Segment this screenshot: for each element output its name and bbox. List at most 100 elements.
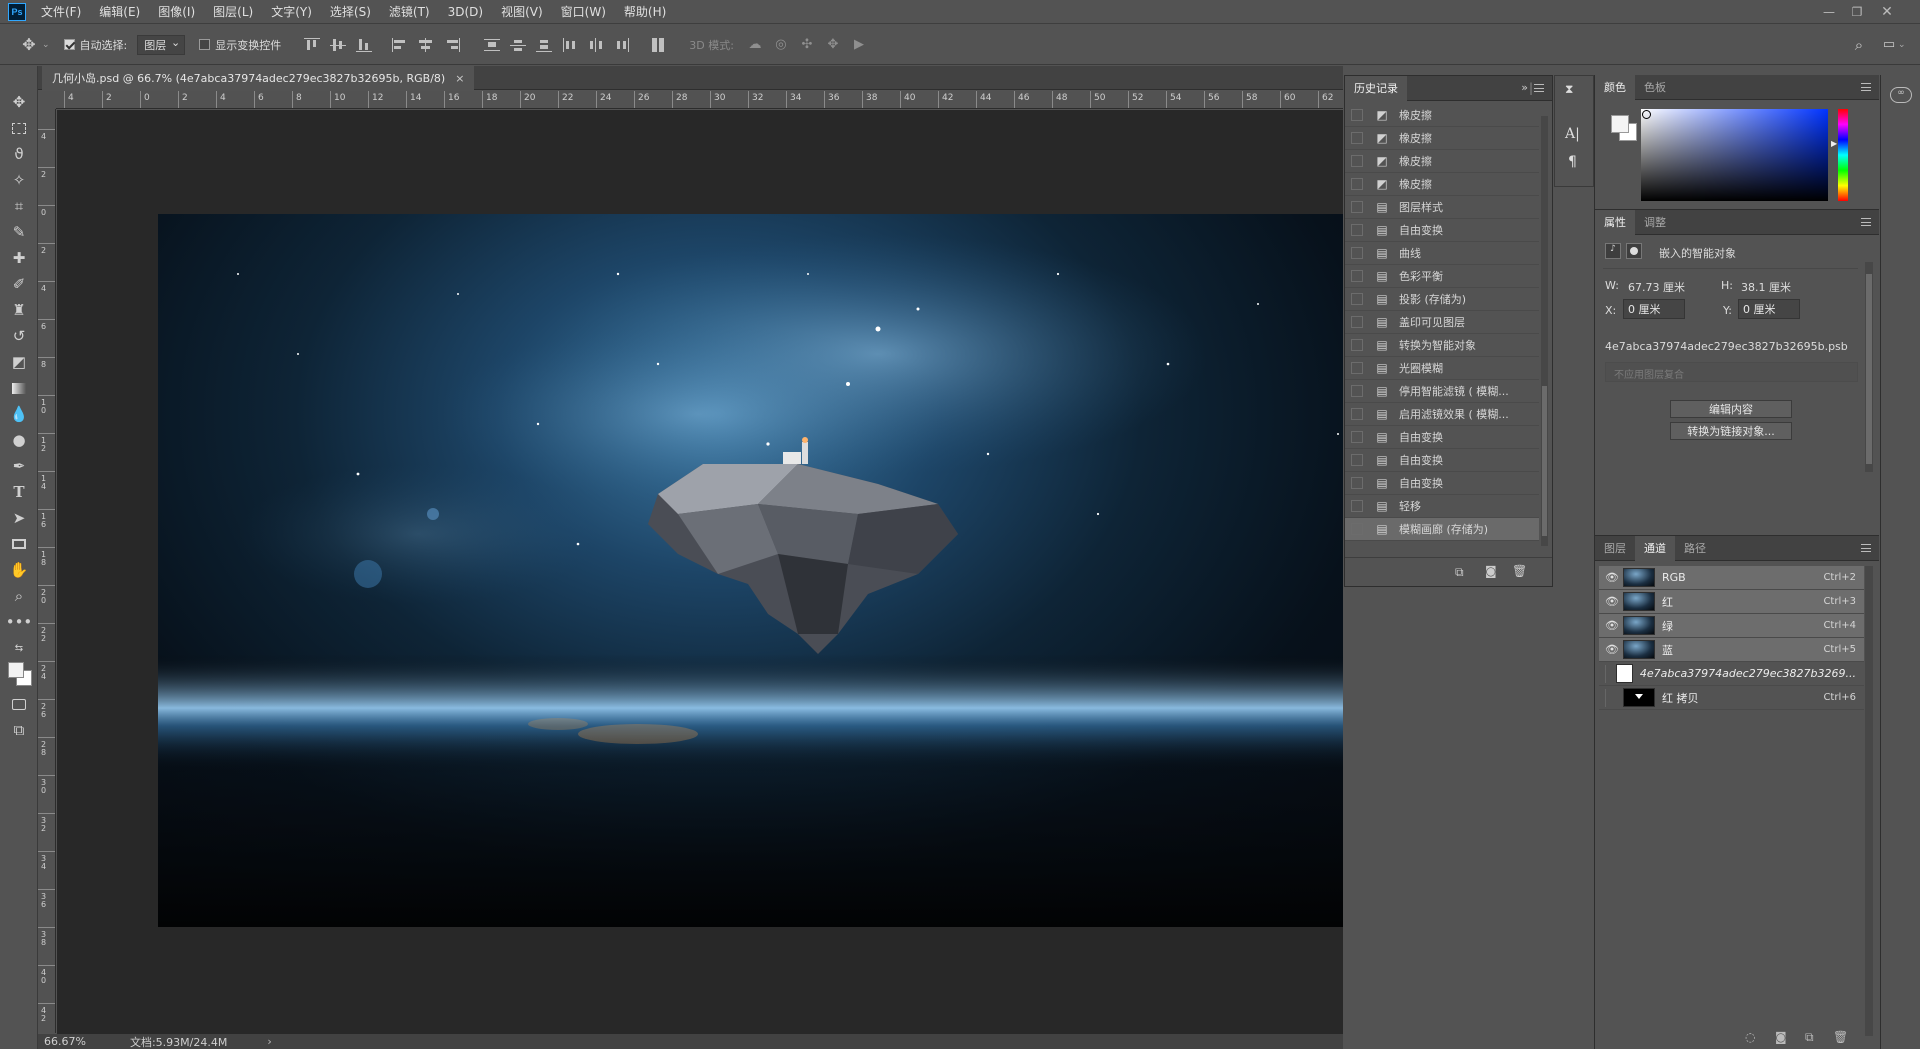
crop-tool-icon[interactable]: ⌗: [6, 194, 32, 218]
channels-panel-menu-icon[interactable]: [1861, 544, 1871, 552]
history-item[interactable]: ▤ 转换为智能对象: [1345, 334, 1539, 357]
align-vcenter-icon[interactable]: [330, 38, 347, 52]
show-transform-checkbox[interactable]: [199, 39, 211, 50]
character-panel-icon[interactable]: A|: [1565, 126, 1585, 144]
eye-icon[interactable]: 👁: [1605, 571, 1619, 584]
quick-mask-icon[interactable]: [6, 692, 32, 716]
blur-tool-icon[interactable]: 💧: [6, 402, 32, 426]
hand-tool-icon[interactable]: ✋: [6, 558, 32, 582]
more-tools-icon[interactable]: •••: [6, 610, 33, 634]
distribute-left-icon[interactable]: [562, 37, 578, 52]
delete-channel-icon[interactable]: 🗑: [1833, 1030, 1848, 1044]
menu-file[interactable]: 文件(F): [32, 3, 90, 20]
history-source-checkbox[interactable]: [1351, 408, 1363, 420]
search-icon[interactable]: ⌕: [1850, 36, 1868, 54]
3d-orbit-icon[interactable]: ☁: [746, 36, 764, 54]
clone-stamp-icon[interactable]: ♜: [6, 298, 32, 322]
history-item[interactable]: ▤ 色彩平衡: [1345, 265, 1539, 288]
align-hcenter-icon[interactable]: [418, 37, 434, 52]
magic-wand-icon[interactable]: ✧: [6, 168, 32, 192]
hue-slider[interactable]: [1838, 109, 1848, 201]
type-tool-icon[interactable]: T: [6, 480, 32, 504]
history-source-checkbox[interactable]: [1351, 477, 1363, 489]
history-item[interactable]: ▤ 启用滤镜效果 ( 模糊...: [1345, 403, 1539, 426]
restore-icon[interactable]: ❐: [1844, 0, 1870, 24]
move-tool-icon[interactable]: ✥: [6, 90, 32, 114]
vertical-ruler[interactable]: 4 2 0 2 4 6 8 10 12 14 16 18 20 22 24 26 28 30 32 34 36 38 40 4…: [38, 109, 56, 1033]
history-source-checkbox[interactable]: [1351, 224, 1363, 236]
new-document-from-state-icon[interactable]: ⧉: [1455, 565, 1464, 580]
tab-history[interactable]: 历史记录: [1345, 75, 1407, 101]
history-source-checkbox[interactable]: [1351, 431, 1363, 443]
auto-select-dropdown[interactable]: 图层: [137, 34, 186, 55]
channel-row[interactable]: 👁 绿 Ctrl+4: [1599, 614, 1864, 638]
menu-image[interactable]: 图像(I): [149, 3, 204, 20]
menu-edit[interactable]: 编辑(E): [90, 3, 149, 20]
menu-filter[interactable]: 滤镜(T): [380, 3, 439, 20]
history-source-checkbox[interactable]: [1351, 523, 1363, 535]
history-item[interactable]: ▤ 自由变换: [1345, 449, 1539, 472]
gradient-tool-icon[interactable]: [6, 376, 32, 400]
history-item[interactable]: ▤ 自由变换: [1345, 426, 1539, 449]
close-document-icon[interactable]: ×: [455, 72, 464, 85]
chevron-down-icon[interactable]: ⌄: [42, 40, 50, 50]
menu-view[interactable]: 视图(V): [492, 3, 552, 20]
swap-colors-icon[interactable]: ⇆: [6, 636, 32, 660]
eraser-tool-icon[interactable]: ◩: [6, 350, 32, 374]
visibility-toggle[interactable]: [1605, 664, 1612, 683]
save-selection-icon[interactable]: ◙: [1775, 1030, 1787, 1044]
align-top-icon[interactable]: [304, 37, 321, 52]
color-picker-cursor[interactable]: [1642, 110, 1651, 119]
tab-color[interactable]: 颜色: [1595, 74, 1635, 100]
move-tool-preset-icon[interactable]: ✥: [20, 35, 38, 54]
history-source-checkbox[interactable]: [1351, 132, 1363, 144]
tab-channels[interactable]: 通道: [1635, 535, 1675, 561]
history-item[interactable]: ◩ 橡皮擦: [1345, 127, 1539, 150]
history-item[interactable]: ▤ 轻移: [1345, 495, 1539, 518]
minimize-icon[interactable]: —: [1816, 0, 1842, 24]
status-menu-chevron-icon[interactable]: ›: [267, 1035, 271, 1048]
align-right-icon[interactable]: [444, 37, 461, 52]
foreground-color-swatch[interactable]: [8, 662, 24, 678]
creative-cloud-libraries-icon[interactable]: ∞: [1890, 87, 1912, 103]
properties-panel-menu-icon[interactable]: [1861, 218, 1871, 226]
menu-help[interactable]: 帮助(H): [615, 3, 675, 20]
dodge-tool-icon[interactable]: ●: [6, 428, 32, 452]
x-position-input[interactable]: 0 厘米: [1623, 299, 1685, 319]
channel-row[interactable]: 👁 红 Ctrl+3: [1599, 590, 1864, 614]
tab-layers[interactable]: 图层: [1595, 536, 1635, 561]
distribute-hcenter-icon[interactable]: [588, 37, 604, 52]
history-source-checkbox[interactable]: [1351, 178, 1363, 190]
load-selection-icon[interactable]: ◌: [1745, 1030, 1755, 1044]
history-item[interactable]: ▤ 投影 (存储为): [1345, 288, 1539, 311]
eyedropper-icon[interactable]: ✎: [6, 220, 32, 244]
menu-window[interactable]: 窗口(W): [552, 3, 615, 20]
history-source-checkbox[interactable]: [1351, 201, 1363, 213]
color-panel-foreground-swatch[interactable]: [1611, 115, 1629, 133]
history-item[interactable]: ▤ 自由变换: [1345, 219, 1539, 242]
edit-contents-button[interactable]: 编辑内容: [1670, 400, 1792, 418]
channels-scrollbar[interactable]: [1865, 566, 1873, 1036]
workspace-icon[interactable]: ▭: [1880, 36, 1898, 54]
history-item[interactable]: ▤ 光圈模糊: [1345, 357, 1539, 380]
width-value[interactable]: 67.73 厘米: [1628, 279, 1685, 295]
history-brush-icon[interactable]: ↺: [6, 324, 32, 348]
marquee-tool-icon[interactable]: [6, 116, 32, 140]
distribute-bottom-icon[interactable]: [536, 38, 553, 52]
color-picker-field[interactable]: [1641, 109, 1828, 201]
delete-state-icon[interactable]: 🗑: [1512, 564, 1527, 578]
path-selection-icon[interactable]: ➤: [6, 506, 32, 530]
history-source-checkbox[interactable]: [1351, 109, 1363, 121]
history-item[interactable]: ◩ 橡皮擦: [1345, 150, 1539, 173]
layer-comp-dropdown[interactable]: 不应用图层复合: [1605, 362, 1858, 382]
auto-align-layers-icon[interactable]: [650, 37, 666, 52]
zoom-tool-icon[interactable]: ⌕: [6, 584, 32, 608]
history-item[interactable]: ◩ 橡皮擦: [1345, 104, 1539, 127]
history-item[interactable]: ▤ 盖印可见图层: [1345, 311, 1539, 334]
history-source-checkbox[interactable]: [1351, 293, 1363, 305]
brush-tool-icon[interactable]: ✐: [6, 272, 32, 296]
history-item[interactable]: ▤ 自由变换: [1345, 472, 1539, 495]
lasso-tool-icon[interactable]: ϑ: [6, 142, 32, 166]
history-panel-icon[interactable]: ⧗: [1565, 82, 1585, 100]
menu-layer[interactable]: 图层(L): [204, 3, 262, 20]
